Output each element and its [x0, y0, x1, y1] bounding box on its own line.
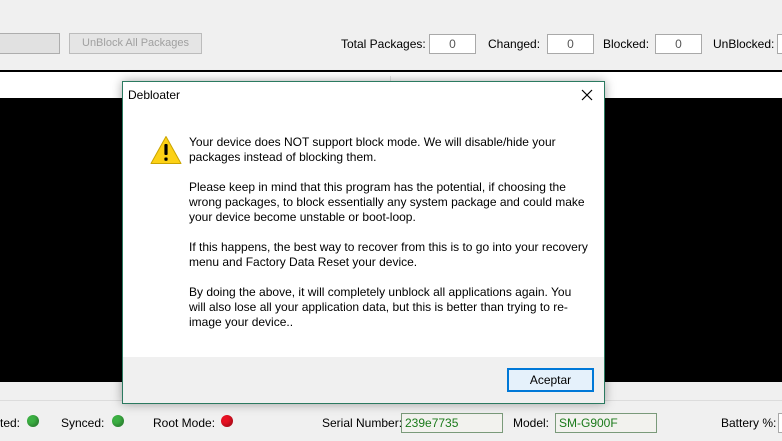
connected-label: ted: [0, 416, 21, 430]
warning-icon [150, 135, 182, 168]
unblocked-label: UnBlocked: [713, 37, 775, 51]
message-paragraph-2: Please keep in mind that this program ha… [189, 180, 585, 224]
total-packages-value: 0 [429, 34, 476, 54]
accept-button[interactable]: Aceptar [507, 368, 594, 392]
message-paragraph-1: Your device does NOT support block mode.… [189, 135, 556, 164]
top-strip [0, 0, 782, 23]
total-packages-label: Total Packages: [341, 37, 426, 51]
changed-label: Changed: [488, 37, 541, 51]
synced-label: Synced: [61, 416, 105, 430]
block-button-partial[interactable] [0, 33, 60, 54]
serial-number-label: Serial Number: [322, 416, 403, 430]
blocked-label: Blocked: [603, 37, 650, 51]
dialog-footer: Aceptar [123, 357, 604, 403]
debloater-dialog: Debloater Your device does NOT support b… [122, 81, 605, 404]
message-paragraph-3: If this happens, the best way to recover… [189, 240, 588, 269]
changed-value: 0 [547, 34, 594, 54]
status-bar: ted: Synced: Root Mode: Serial Number: 2… [0, 400, 782, 441]
close-icon[interactable] [574, 84, 600, 106]
unblocked-value-partial [777, 34, 782, 54]
battery-label: Battery %: [721, 416, 777, 430]
serial-number-value: 239e7735 [401, 413, 503, 433]
unblock-all-button[interactable]: UnBlock All Packages [69, 33, 202, 54]
dialog-message: Your device does NOT support block mode.… [189, 135, 589, 345]
model-value: SM-G900F [555, 413, 657, 433]
message-paragraph-4: By doing the above, it will completely u… [189, 285, 572, 329]
root-mode-label: Root Mode: [153, 416, 216, 430]
toolbar: UnBlock All Packages Total Packages: 0 C… [0, 22, 782, 70]
root-mode-indicator-icon [221, 415, 233, 427]
blocked-value: 0 [655, 34, 702, 54]
synced-indicator-icon [112, 415, 124, 427]
model-label: Model: [513, 416, 550, 430]
dialog-titlebar: Debloater [123, 82, 604, 109]
dialog-title: Debloater [128, 88, 181, 102]
battery-value-partial [778, 413, 782, 433]
connected-indicator-icon [27, 415, 39, 427]
